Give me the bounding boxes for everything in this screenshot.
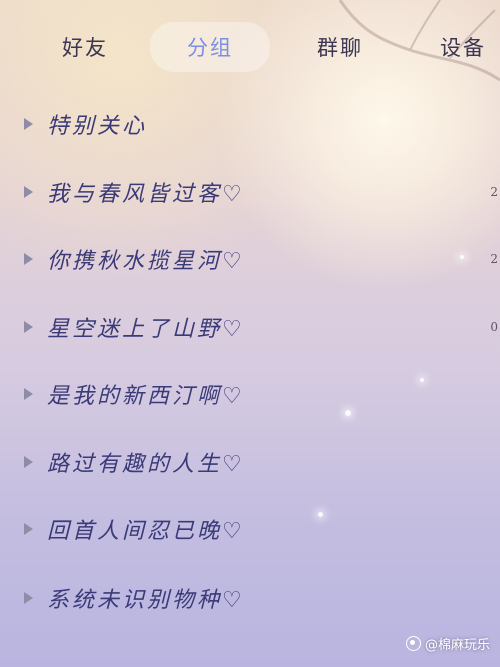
tab-friends[interactable]: 好友 [40,22,130,72]
group-item[interactable]: 特别关心 [0,100,500,148]
group-label: 路过有趣的人生♡ [47,452,245,477]
group-count: 2 [490,252,498,266]
group-label: 我与春风皆过客♡ [47,182,245,207]
group-label: 特别关心 [47,114,148,139]
group-label: 回首人间忍已晚♡ [47,519,245,544]
expand-arrow-icon [24,388,33,400]
expand-arrow-icon [24,118,33,130]
tab-groups[interactable]: 分组 [150,22,270,72]
expand-arrow-icon [24,592,33,604]
group-item[interactable]: 路过有趣的人生♡ [0,438,500,486]
group-count: 0 [490,320,498,334]
group-label: 你携秋水揽星河♡ [47,249,245,274]
group-item[interactable]: 我与春风皆过客♡ 2 [0,168,500,216]
group-item[interactable]: 系统未识别物种♡ [0,574,500,622]
group-item[interactable]: 回首人间忍已晚♡ [0,505,500,553]
expand-arrow-icon [24,523,33,535]
expand-arrow-icon [24,253,33,265]
group-label: 是我的新西汀啊♡ [47,384,245,409]
expand-arrow-icon [24,321,33,333]
tab-bar: 好友 分组 群聊 设备 [0,22,500,74]
group-label: 星空迷上了山野♡ [47,317,245,342]
expand-arrow-icon [24,456,33,468]
group-label: 系统未识别物种♡ [47,588,245,613]
weibo-logo-icon [405,636,421,651]
group-item[interactable]: 星空迷上了山野♡ 0 [0,303,500,351]
group-count: 2 [490,185,498,199]
watermark-text: @棉麻玩乐 [424,638,490,653]
watermark: @棉麻玩乐 [405,634,490,653]
group-item[interactable]: 你携秋水揽星河♡ 2 [0,235,500,283]
tab-group-chats[interactable]: 群聊 [290,22,390,72]
group-item[interactable]: 是我的新西汀啊♡ [0,370,500,418]
tab-devices[interactable]: 设备 [418,22,500,72]
expand-arrow-icon [24,186,33,198]
